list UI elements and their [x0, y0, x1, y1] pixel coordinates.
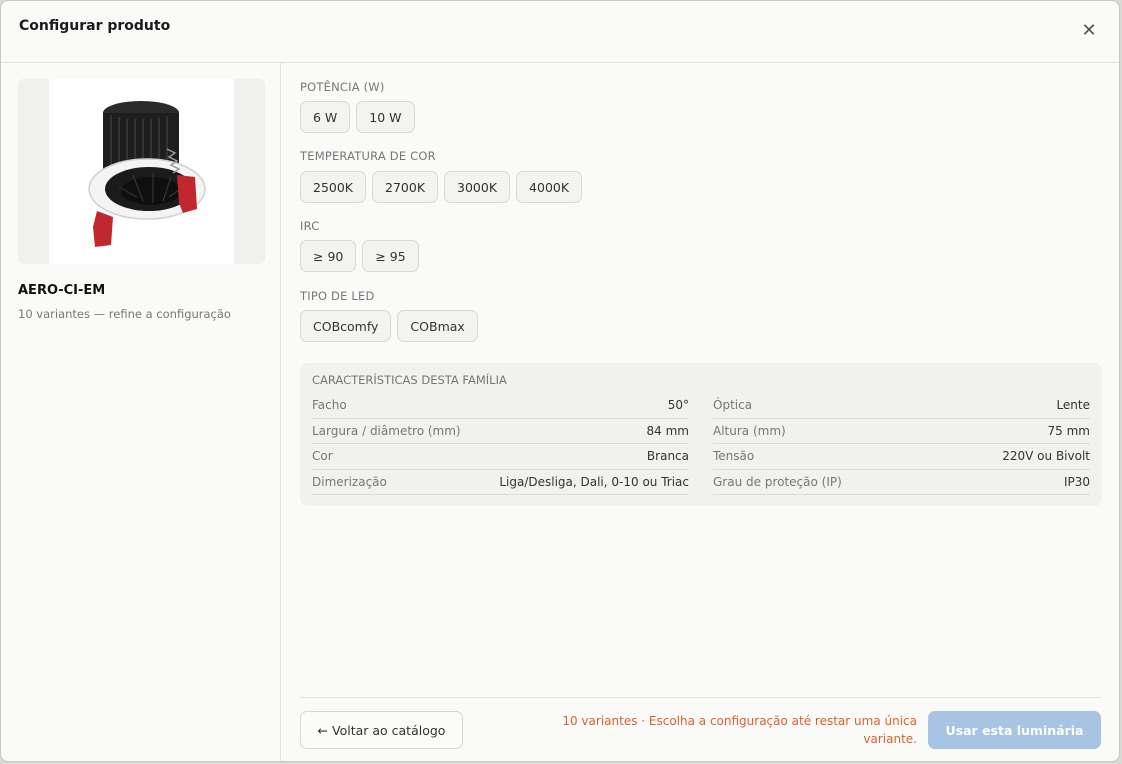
product-name: AERO-CI-EM [18, 283, 106, 298]
option-chips-cri: ≥ 90 ≥ 95 [300, 240, 419, 272]
spec-key: Altura (mm) [713, 423, 786, 438]
option-label-cri: IRC [300, 219, 320, 233]
spec-key: Largura / diâmetro (mm) [312, 423, 461, 438]
spec-row: Grau de proteção (IP) IP30 [713, 470, 1090, 496]
chip-power-10w[interactable]: 10 W [356, 101, 415, 133]
chip-power-6w[interactable]: 6 W [300, 101, 351, 133]
option-chips-led-type: COBcomfy COBmax [300, 310, 478, 342]
spec-key: Tensão [713, 449, 755, 464]
modal-title: Configurar produto [19, 18, 171, 34]
chip-cri-90[interactable]: ≥ 90 [300, 240, 357, 272]
spec-value: 75 mm [1047, 423, 1090, 438]
modal-header: Configurar produto ✕ [1, 1, 1119, 63]
spec-value: Liga/Desliga, Dali, 0-10 ou Triac [499, 475, 689, 490]
spec-key: Facho [312, 398, 347, 413]
option-chips-power: 6 W 10 W [300, 101, 415, 133]
chip-led-cobcomfy[interactable]: COBcomfy [300, 310, 392, 342]
footer-warning-message: 10 variantes · Escolha a configuração at… [562, 714, 917, 746]
chip-temp-4000k[interactable]: 4000K [516, 171, 583, 203]
spec-row: Facho 50° [312, 393, 689, 419]
option-label-color-temp: TEMPERATURA DE COR [300, 149, 436, 163]
spec-value: IP30 [1063, 475, 1090, 490]
specs-right-column: Óptica Lente Altura (mm) 75 mm Tensão 22… [713, 393, 1090, 496]
spec-value: 50° [667, 398, 689, 413]
spec-key: Dimerização [312, 475, 387, 490]
chip-cri-95[interactable]: ≥ 95 [362, 240, 419, 272]
product-image-frame [18, 79, 265, 264]
spec-key: Cor [312, 449, 333, 464]
option-label-led-type: TIPO DE LED [300, 289, 375, 303]
family-specs-box: CARACTERÍSTICAS DESTA FAMÍLIA Facho 50° … [300, 363, 1102, 506]
spec-value: 220V ou Bivolt [1002, 449, 1090, 464]
spec-key: Grau de proteção (IP) [713, 475, 842, 490]
chip-temp-3000k[interactable]: 3000K [444, 171, 511, 203]
chip-led-cobmax[interactable]: COBmax [397, 310, 478, 342]
configuration-panel: POTÊNCIA (W) 6 W 10 W TEMPERATURA DE COR… [282, 63, 1119, 761]
spec-row: Largura / diâmetro (mm) 84 mm [312, 419, 689, 445]
back-to-catalog-button[interactable]: ← Voltar ao catálogo [300, 711, 463, 749]
chip-temp-2500k[interactable]: 2500K [300, 171, 367, 203]
option-chips-color-temp: 2500K 2700K 3000K 4000K [300, 171, 583, 203]
spec-value: Branca [646, 449, 689, 464]
chip-temp-2700k[interactable]: 2700K [372, 171, 439, 203]
footer-divider [300, 697, 1101, 698]
product-image [49, 79, 234, 264]
spec-value: 84 mm [646, 423, 689, 438]
spec-row: Cor Branca [312, 444, 689, 470]
option-label-power: POTÊNCIA (W) [300, 80, 385, 94]
spec-row: Dimerização Liga/Desliga, Dali, 0-10 ou … [312, 470, 689, 496]
spec-value: Lente [1056, 398, 1090, 413]
use-luminaire-button[interactable]: Usar esta luminária [928, 711, 1101, 749]
variant-count-text: 10 variantes — refine a configuração [18, 307, 231, 321]
spec-key: Óptica [713, 398, 753, 413]
specs-title: CARACTERÍSTICAS DESTA FAMÍLIA [312, 373, 507, 387]
specs-left-column: Facho 50° Largura / diâmetro (mm) 84 mm … [312, 393, 689, 496]
product-summary-panel: AERO-CI-EM 10 variantes — refine a confi… [1, 63, 281, 761]
configure-product-modal: Configurar produto ✕ AERO-CI-EM 10 varia… [0, 0, 1120, 762]
downlight-icon [88, 101, 206, 247]
close-icon[interactable]: ✕ [1079, 21, 1099, 41]
spec-row: Tensão 220V ou Bivolt [713, 444, 1090, 470]
spec-row: Óptica Lente [713, 393, 1090, 419]
spec-row: Altura (mm) 75 mm [713, 419, 1090, 445]
